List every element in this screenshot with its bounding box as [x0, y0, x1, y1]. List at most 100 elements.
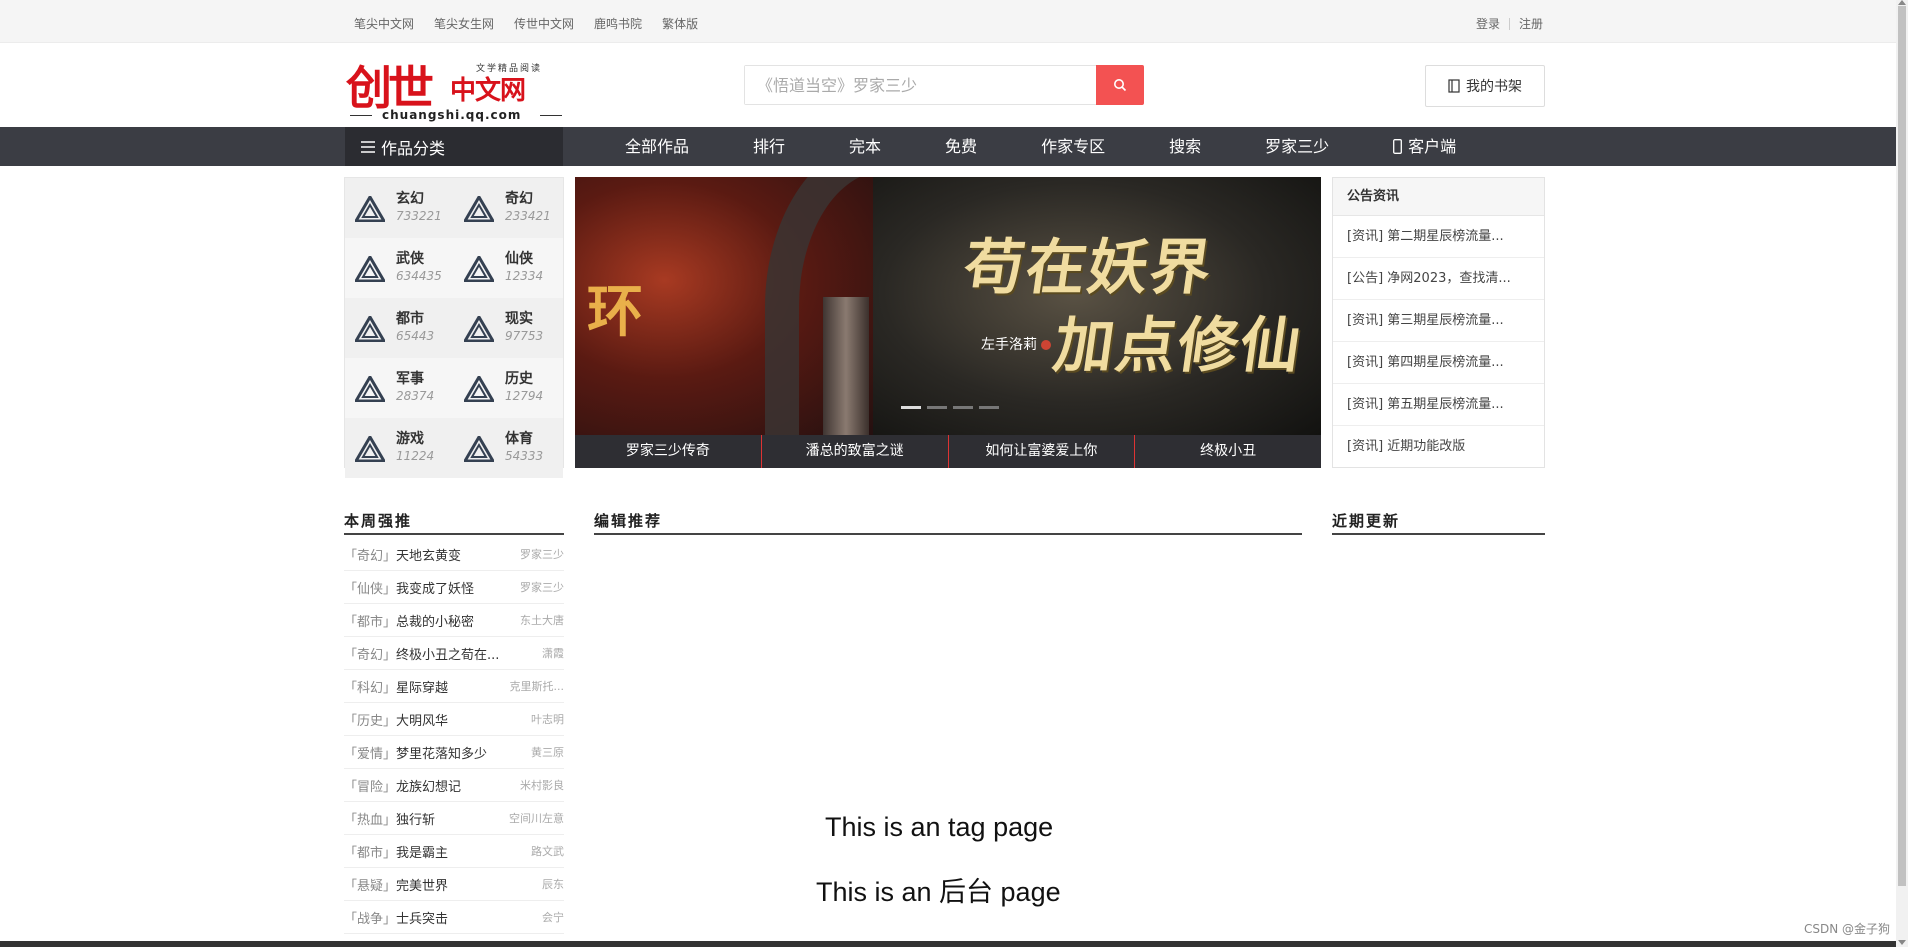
banner-image[interactable]: 环 苟在妖界 加点修仙 左手洛莉	[575, 177, 1321, 435]
site-logo[interactable]: 创世 文学精品阅读 中文网 chuangshi.qq.com	[344, 51, 564, 123]
triangle-icon	[464, 196, 494, 222]
carousel-dot[interactable]	[927, 406, 947, 409]
my-bookshelf-button[interactable]: 我的书架	[1425, 65, 1545, 107]
list-item-title: 「战争」士兵突击	[344, 908, 448, 927]
logo-url: chuangshi.qq.com	[382, 108, 522, 122]
category-row: 都市 65443 现实 97753	[345, 298, 563, 358]
nav-author-zone[interactable]: 作家专区	[1041, 127, 1105, 166]
scrollbar-thumb[interactable]	[1898, 6, 1906, 886]
category-menu-button[interactable]: 作品分类	[345, 127, 563, 166]
category-item-xianshi[interactable]: 现实 97753	[454, 298, 563, 358]
search-button[interactable]	[1096, 65, 1144, 105]
list-item[interactable]: 「都市」总裁的小秘密 东土大唐	[344, 604, 564, 637]
nav-all-works[interactable]: 全部作品	[625, 127, 689, 166]
category-name: 历史	[505, 371, 533, 387]
top-link-chuanshi[interactable]: 传世中文网	[514, 15, 574, 32]
category-count: 733221	[396, 209, 442, 223]
list-item[interactable]: 「科幻」星际穿越 克里斯托...	[344, 670, 564, 703]
nav-items: 全部作品 排行 完本 免费 作家专区 搜索 罗家三少 客户端	[563, 127, 1456, 166]
category-count: 12794	[505, 389, 544, 403]
category-item-xianxia[interactable]: 仙侠 12334	[454, 238, 563, 298]
logo-line-left	[350, 115, 372, 116]
list-item[interactable]: 「都市」我是霸主 路文武	[344, 835, 564, 868]
category-item-qihuan[interactable]: 奇幻 233421	[454, 178, 563, 238]
category-count: 12334	[505, 269, 544, 283]
list-item-genre: 「悬疑」	[344, 878, 397, 894]
list-item-author: 米村影良	[520, 779, 564, 792]
category-item-youxi[interactable]: 游戏 11224	[345, 418, 454, 478]
category-item-dushi[interactable]: 都市 65443	[345, 298, 454, 358]
list-item[interactable]: 「冒险」龙族幻想记 米村影良	[344, 769, 564, 802]
carousel-dots	[901, 406, 999, 409]
category-count: 634435	[396, 269, 442, 283]
list-item-name: 终极小丑之荀在...	[396, 647, 500, 663]
banner-title-line1: 苟在妖界	[959, 233, 1218, 303]
list-item-title: 「都市」总裁的小秘密	[344, 611, 474, 630]
list-item-title: 「历史」大明风华	[344, 710, 448, 729]
list-item[interactable]: 「仙侠」我变成了妖怪 罗家三少	[344, 571, 564, 604]
scroll-down-arrow[interactable]	[1898, 940, 1906, 945]
notice-item[interactable]: [公告] 净网2023，查找清...	[1333, 258, 1544, 300]
search-input[interactable]	[745, 66, 1096, 104]
banner-author: 左手洛莉	[981, 334, 1051, 354]
nav-search[interactable]: 搜索	[1169, 127, 1201, 166]
notice-item[interactable]: [资讯] 第二期星辰榜流量...	[1333, 216, 1544, 258]
register-link[interactable]: 注册	[1519, 15, 1543, 32]
category-item-tiyu[interactable]: 体育 54333	[454, 418, 563, 478]
banner-tab[interactable]: 如何让富婆爱上你	[948, 435, 1136, 468]
list-item[interactable]: 「爱情」梦里花落知多少 黄三原	[344, 736, 564, 769]
top-link-traditional[interactable]: 繁体版	[662, 15, 698, 32]
carousel-dot[interactable]	[953, 406, 973, 409]
list-item-genre: 「战争」	[344, 911, 397, 927]
nav-client[interactable]: 客户端	[1393, 127, 1456, 166]
notice-item[interactable]: [资讯] 第四期星辰榜流量...	[1333, 342, 1544, 384]
list-item[interactable]: 「历史」大明风华 叶志明	[344, 703, 564, 736]
list-item-author: 空间川左意	[509, 812, 564, 825]
category-item-wuxia[interactable]: 武侠 634435	[345, 238, 454, 298]
scroll-up-arrow[interactable]	[1898, 0, 1906, 5]
top-link-bijian[interactable]: 笔尖中文网	[354, 15, 414, 32]
vertical-scrollbar[interactable]	[1896, 0, 1908, 947]
login-link[interactable]: 登录	[1476, 15, 1500, 32]
category-item-lishi[interactable]: 历史 12794	[454, 358, 563, 418]
triangle-icon	[464, 376, 494, 402]
nav-rank[interactable]: 排行	[753, 127, 785, 166]
carousel-dot[interactable]	[979, 406, 999, 409]
section-underline	[1332, 533, 1545, 535]
list-item-author: 罗家三少	[520, 581, 564, 594]
category-item-junshi[interactable]: 军事 28374	[345, 358, 454, 418]
list-item[interactable]: 「奇幻」天地玄黄变 罗家三少	[344, 538, 564, 571]
top-link-luming[interactable]: 鹿鸣书院	[594, 15, 642, 32]
list-item[interactable]: 「热血」独行斩 空间川左意	[344, 802, 564, 835]
logo-main-text: 创世	[346, 61, 434, 115]
banner-author-name: 左手洛莉	[981, 337, 1037, 353]
notice-item[interactable]: [资讯] 第五期星辰榜流量...	[1333, 384, 1544, 426]
top-link-bijian-female[interactable]: 笔尖女生网	[434, 15, 494, 32]
list-item[interactable]: 「奇幻」终极小丑之荀在... 潇霞	[344, 637, 564, 670]
nav-free[interactable]: 免费	[945, 127, 977, 166]
notice-item[interactable]: [资讯] 第三期星辰榜流量...	[1333, 300, 1544, 342]
nav-finished[interactable]: 完本	[849, 127, 881, 166]
banner-title-line2: 加点修仙	[1049, 311, 1308, 381]
category-item-xuanhuan[interactable]: 玄幻 733221	[345, 178, 454, 238]
notice-item[interactable]: [资讯] 近期功能改版	[1333, 426, 1544, 468]
admin-page-text: This is an 后台 page	[816, 877, 1061, 907]
banner-tab[interactable]: 终极小丑	[1135, 435, 1321, 468]
top-links: 笔尖中文网 笔尖女生网 传世中文网 鹿鸣书院 繁体版	[354, 15, 718, 32]
banner-tab[interactable]: 潘总的致富之谜	[761, 435, 949, 468]
banner-tab[interactable]: 罗家三少传奇	[575, 435, 762, 468]
list-item-name: 大明风华	[396, 713, 449, 729]
logo-sub-text: 中文网	[450, 76, 526, 106]
list-item[interactable]: 「悬疑」完美世界 辰东	[344, 868, 564, 901]
category-count: 11224	[396, 449, 435, 463]
category-count: 28374	[396, 389, 435, 403]
list-item-author: 罗家三少	[520, 548, 564, 561]
triangle-icon	[464, 256, 494, 282]
banner-left-glyph: 环	[587, 279, 643, 345]
carousel-dot[interactable]	[901, 406, 921, 409]
category-name: 都市	[396, 311, 424, 327]
category-count: 65443	[396, 329, 435, 343]
nav-author-luojia[interactable]: 罗家三少	[1265, 127, 1329, 166]
category-name: 现实	[505, 311, 533, 327]
list-item[interactable]: 「战争」士兵突击 会宁	[344, 901, 564, 934]
